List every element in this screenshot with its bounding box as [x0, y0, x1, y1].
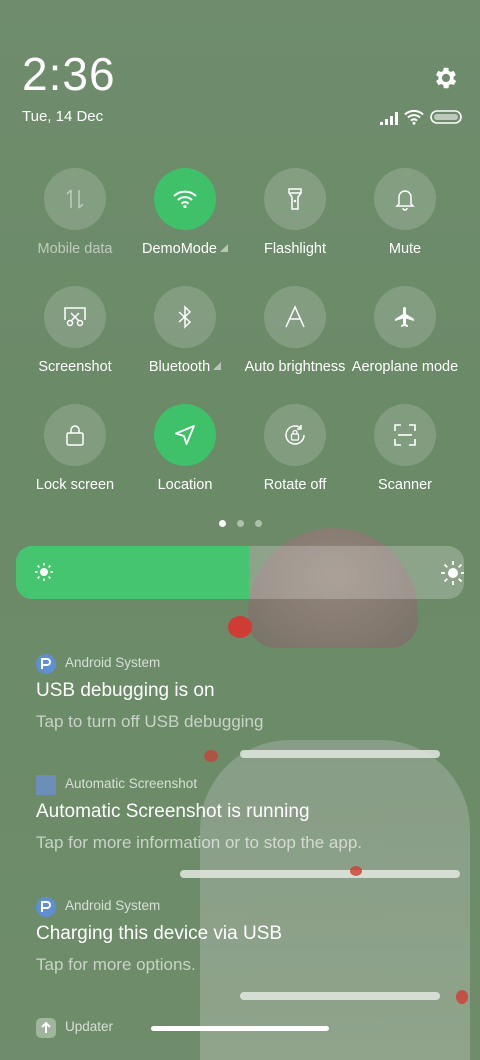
- tile-button[interactable]: [264, 168, 326, 230]
- notification-title: Charging this device via USB: [36, 923, 283, 944]
- notification-usb-debugging[interactable]: Android System USB debugging is on Tap t…: [18, 654, 464, 734]
- notification-title: USB debugging is on: [36, 680, 215, 701]
- wallpaper-stripe: [240, 992, 440, 1000]
- wallpaper-stripe: [180, 870, 460, 878]
- tile-button[interactable]: [154, 168, 216, 230]
- tile-label: Mobile data: [37, 241, 113, 257]
- wifi-icon: [404, 109, 424, 125]
- tile-screenshot[interactable]: Screenshot: [20, 286, 130, 396]
- tile-label-text: Bluetooth: [148, 359, 211, 375]
- bell-icon: [395, 190, 415, 211]
- tile-label: DemoMode: [122, 240, 248, 258]
- tile-label: Scanner: [377, 477, 432, 493]
- tile-label: Bluetooth: [122, 358, 248, 376]
- notification-text: Tap for more options.: [36, 955, 196, 974]
- wallpaper-flower: [456, 990, 468, 1004]
- android-system-icon: [36, 897, 56, 917]
- home-indicator[interactable]: [151, 1026, 329, 1031]
- date-label: Tue, 14 Dec: [22, 108, 104, 125]
- tile-rotate-off[interactable]: Rotate off: [240, 404, 350, 514]
- notification-title: Automatic Screenshot is running: [36, 801, 310, 822]
- screenshot-icon: [64, 307, 86, 327]
- airplane-icon: [395, 307, 414, 327]
- tile-scanner[interactable]: Scanner: [350, 404, 460, 514]
- expand-arrow-icon: [219, 244, 228, 252]
- notification-app-name: Android System: [65, 655, 161, 670]
- scanner-icon: [394, 424, 416, 446]
- wallpaper-flower: [204, 750, 218, 762]
- bluetooth-icon: [178, 305, 192, 329]
- tile-bluetooth[interactable]: Bluetooth: [130, 286, 240, 396]
- tile-button[interactable]: [374, 168, 436, 230]
- brightness-slider[interactable]: [16, 546, 464, 599]
- tile-flashlight[interactable]: Flashlight: [240, 168, 350, 278]
- system-status-icons: [378, 108, 464, 128]
- wifi-icon: [173, 190, 197, 209]
- android-system-icon: [36, 654, 56, 674]
- brightness-low-icon: [35, 563, 53, 581]
- updater-icon: [36, 1018, 56, 1038]
- tile-label: Screenshot: [38, 359, 112, 375]
- notification-automatic-screenshot[interactable]: Automatic Screenshot Automatic Screensho…: [18, 775, 464, 855]
- rotate-lock-icon: [285, 425, 305, 445]
- notification-text: Tap for more information or to stop the …: [36, 833, 363, 852]
- signal-icon: [380, 112, 398, 125]
- brightness-high-icon: [441, 561, 464, 585]
- tile-demo-mode[interactable]: DemoMode: [130, 168, 240, 278]
- tile-button[interactable]: [374, 286, 436, 348]
- mobile-data-icon: [66, 189, 84, 209]
- flashlight-icon: [288, 188, 302, 210]
- tile-button[interactable]: [264, 404, 326, 466]
- gear-icon[interactable]: [432, 64, 460, 92]
- notification-text: Tap to turn off USB debugging: [36, 712, 264, 731]
- clock-time: 2:36: [22, 48, 116, 100]
- tile-label: Mute: [388, 241, 422, 257]
- tile-mute[interactable]: Mute: [350, 168, 460, 278]
- tile-button[interactable]: [44, 404, 106, 466]
- page-dot: [219, 520, 226, 527]
- tile-button[interactable]: [154, 404, 216, 466]
- notification-app-name: Updater: [65, 1019, 114, 1034]
- lock-icon: [66, 425, 84, 446]
- tile-label: Lock screen: [35, 477, 115, 493]
- tile-button[interactable]: [374, 404, 436, 466]
- wallpaper-stripe: [240, 750, 440, 758]
- notification-app-name: Automatic Screenshot: [65, 776, 198, 791]
- tile-lock-screen[interactable]: Lock screen: [20, 404, 130, 514]
- tile-label: Rotate off: [263, 477, 327, 493]
- notification-charging-usb[interactable]: Android System Charging this device via …: [18, 897, 464, 977]
- notification-header: Android System: [36, 654, 456, 674]
- tile-label: Auto brightness: [244, 359, 346, 375]
- wallpaper-flower: [228, 616, 252, 638]
- tile-auto-brightness[interactable]: Auto brightness: [240, 286, 350, 396]
- tile-label: Flashlight: [263, 241, 327, 257]
- tile-button[interactable]: [44, 168, 106, 230]
- expand-arrow-icon: [213, 362, 222, 370]
- status-bar: 2:36 Tue, 14 Dec: [0, 0, 480, 140]
- location-icon: [175, 425, 195, 445]
- auto-brightness-icon: [285, 305, 305, 328]
- tile-button[interactable]: [154, 286, 216, 348]
- tile-location[interactable]: Location: [130, 404, 240, 514]
- battery-icon: [430, 110, 462, 124]
- tile-label-text: DemoMode: [142, 241, 217, 257]
- notification-header: Android System: [36, 897, 456, 917]
- tile-aeroplane-mode[interactable]: Aeroplane mode: [350, 286, 460, 396]
- notification-header: Automatic Screenshot: [36, 775, 456, 795]
- notification-app-name: Android System: [65, 898, 161, 913]
- wallpaper-flower: [350, 866, 362, 876]
- page-dot: [237, 520, 244, 527]
- tile-mobile-data[interactable]: Mobile data: [20, 168, 130, 278]
- tile-button[interactable]: [264, 286, 326, 348]
- tile-button[interactable]: [44, 286, 106, 348]
- page-indicator: [219, 520, 263, 528]
- automatic-screenshot-app-icon: [36, 775, 56, 795]
- tile-label: Aeroplane mode: [351, 359, 459, 375]
- page-dot: [255, 520, 262, 527]
- tile-label: Location: [157, 477, 213, 493]
